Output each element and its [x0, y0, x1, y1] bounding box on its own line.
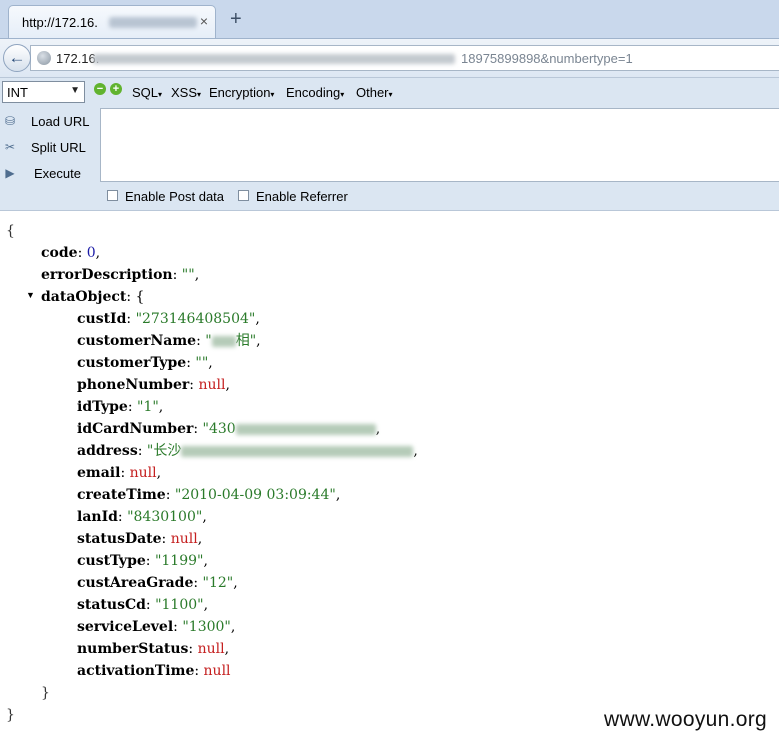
type-select[interactable]: INT ▼	[2, 81, 85, 103]
json-row-code: code: 0,	[41, 245, 101, 261]
redacted-value	[235, 423, 376, 435]
redacted-value	[181, 445, 414, 457]
menu-other[interactable]: Other▾	[356, 85, 393, 100]
json-row-idcardnumber: idCardNumber: "430,	[77, 421, 381, 437]
watermark: www.wooyun.org	[604, 708, 767, 731]
menu-xss[interactable]: XSS▾	[171, 85, 201, 100]
menu-encryption[interactable]: Encryption▾	[209, 85, 274, 100]
json-row-servicelevel: serviceLevel: "1300",	[77, 619, 236, 635]
json-row-statuscd: statusCd: "1100",	[77, 597, 209, 613]
execute-button[interactable]: ▶ Execute	[0, 162, 100, 184]
chevron-down-icon: ▼	[70, 85, 80, 96]
back-button[interactable]: ←	[3, 44, 31, 72]
navigation-bar: 172.16. 18975899898&numbertype=1 ←	[0, 39, 779, 78]
load-url-label: Load URL	[31, 114, 90, 129]
json-row-dataobject: dataObject: {	[41, 289, 145, 305]
menu-sql[interactable]: SQL▾	[132, 85, 162, 100]
json-row-numberstatus: numberStatus: null,	[77, 641, 230, 657]
type-select-value: INT	[7, 85, 28, 100]
globe-icon	[37, 51, 51, 65]
load-url-icon: ⛁	[4, 114, 16, 128]
json-row-lanid: lanId: "8430100",	[77, 509, 207, 525]
split-url-label: Split URL	[31, 140, 86, 155]
json-row-createtime: createTime: "2010-04-09 03:09:44",	[77, 487, 341, 503]
address-bar[interactable]: 172.16. 18975899898&numbertype=1	[30, 45, 779, 71]
split-url-button[interactable]: ✂ Split URL	[0, 136, 100, 158]
enable-post-checkbox[interactable]	[107, 190, 118, 201]
json-row-customertype: customerType: "",	[77, 355, 213, 371]
play-icon: ▶	[5, 166, 15, 180]
json-row-idtype: idType: "1",	[77, 399, 164, 415]
json-row-custareagrade: custAreaGrade: "12",	[77, 575, 238, 591]
json-row-custtype: custType: "1199",	[77, 553, 208, 569]
decrease-icon[interactable]: −	[94, 83, 106, 95]
increase-icon[interactable]: +	[110, 83, 122, 95]
json-row-activationtime: activationTime: null	[77, 663, 231, 679]
json-row-errordescription: errorDescription: "",	[41, 267, 200, 283]
new-tab-icon[interactable]: +	[230, 9, 242, 29]
json-row-custid: custId: "273146408504",	[77, 311, 260, 327]
json-inner-close-brace: }	[41, 685, 50, 701]
json-row-email: email: null,	[77, 465, 162, 481]
redacted-value	[211, 335, 236, 347]
json-viewer: { code: 0, errorDescription: "", ▼ dataO…	[0, 211, 779, 745]
url-redacted	[93, 54, 455, 64]
json-row-address: address: "长沙,	[77, 443, 418, 459]
tab-title: http://172.16.	[22, 15, 98, 30]
collapse-toggle-icon[interactable]: ▼	[26, 290, 35, 300]
url-textarea[interactable]	[100, 108, 779, 182]
load-url-button[interactable]: ⛁ Load URL	[0, 110, 100, 132]
json-row-statusdate: statusDate: null,	[77, 531, 203, 547]
split-url-icon: ✂	[4, 140, 16, 154]
close-tab-icon[interactable]: ×	[200, 13, 208, 29]
enable-referrer-label: Enable Referrer	[256, 189, 348, 204]
tab-title-redacted	[109, 17, 197, 28]
enable-referrer-checkbox[interactable]	[238, 190, 249, 201]
tab-strip: http://172.16. × +	[0, 0, 779, 39]
json-open-brace: {	[6, 223, 15, 239]
url-query: 18975899898&numbertype=1	[461, 51, 633, 66]
json-row-customername: customerName: " 相",	[77, 333, 261, 349]
menu-encoding[interactable]: Encoding▾	[286, 85, 344, 100]
browser-tab[interactable]: http://172.16. ×	[8, 5, 216, 38]
json-close-brace: }	[6, 707, 15, 723]
json-row-phonenumber: phoneNumber: null,	[77, 377, 230, 393]
enable-post-label: Enable Post data	[125, 189, 225, 204]
execute-label: Execute	[34, 166, 81, 181]
hackbar-panel: INT ▼ − + SQL▾ XSS▾ Encryption▾ Encoding…	[0, 78, 779, 211]
